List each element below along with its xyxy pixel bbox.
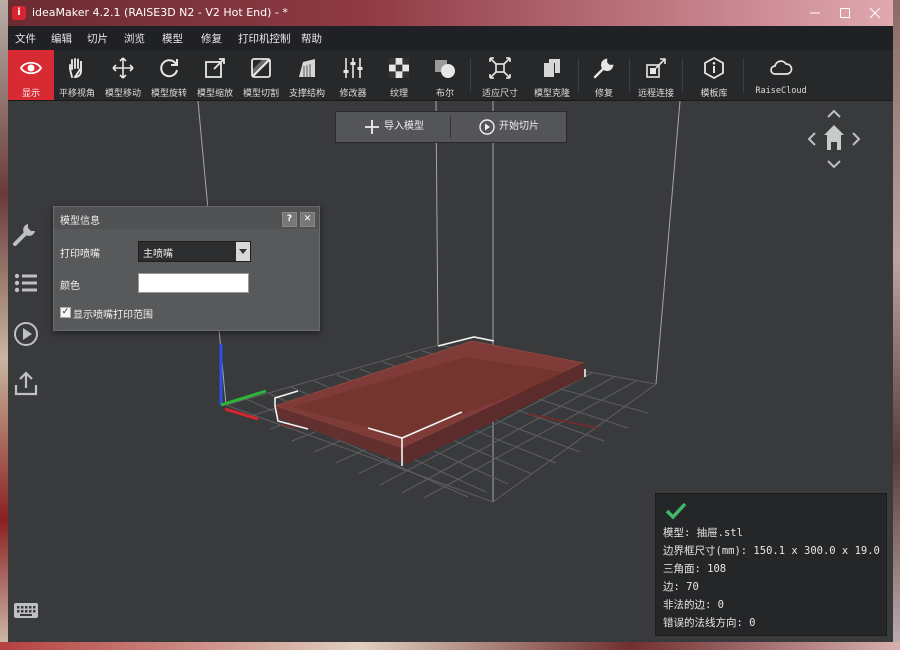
3d-viewport[interactable]: 导入模型 开始切片 模型信息 ? ✕ 打印喷嘴 主喷嘴 颜色 ✓ 显示喷嘴打印范… (8, 101, 893, 642)
nozzle-select[interactable]: 主喷嘴 (138, 241, 251, 262)
texture-icon (389, 58, 409, 78)
plus-icon (365, 120, 379, 134)
eye-icon (19, 61, 43, 75)
desktop-background-right (893, 0, 900, 650)
keyboard-icon (14, 603, 38, 618)
tool-remote-connect[interactable]: 远程连接 (633, 50, 679, 100)
cloud-icon (770, 60, 793, 75)
sidebar-list-button[interactable] (11, 268, 41, 298)
maximize-icon[interactable] (830, 2, 860, 24)
modifier-icon (343, 58, 363, 78)
home-icon[interactable] (824, 125, 844, 150)
panel-close-button[interactable]: ✕ (300, 212, 315, 227)
center-action-bar: 导入模型 开始切片 (335, 111, 567, 143)
menu-slice[interactable]: 切片 (87, 31, 108, 46)
boolean-icon (435, 60, 455, 78)
menu-bar: 文件 编辑 切片 浏览 模型 修复 打印机控制 帮助 (8, 26, 893, 50)
start-slice-button[interactable]: 开始切片 (451, 112, 566, 142)
minimize-icon[interactable] (800, 2, 830, 24)
chevron-down-icon[interactable] (236, 242, 250, 261)
window-title: ideaMaker 4.2.1 (RAISE3D N2 - V2 Hot End… (32, 6, 288, 19)
app-window: i ideaMaker 4.2.1 (RAISE3D N2 - V2 Hot E… (8, 0, 893, 642)
show-range-label: 显示喷嘴打印范围 (73, 310, 153, 321)
wrench-icon (13, 224, 35, 246)
tool-clone[interactable]: 模型克隆 (529, 50, 575, 100)
start-slice-label: 开始切片 (499, 121, 539, 132)
nav-left-icon[interactable] (807, 132, 816, 146)
stats-invalid-edges: 非法的边: 0 (663, 599, 724, 611)
menu-printer-control[interactable]: 打印机控制 (238, 31, 291, 46)
app-logo-icon: i (12, 6, 26, 20)
stats-triangles: 三角面: 108 (663, 563, 727, 575)
tool-fit-size[interactable]: 适应尺寸 (477, 50, 523, 100)
nav-up-icon[interactable] (827, 109, 841, 118)
tool-boolean[interactable]: 布尔 (422, 50, 468, 100)
title-bar: i ideaMaker 4.2.1 (RAISE3D N2 - V2 Hot E… (8, 0, 893, 26)
tool-template-library[interactable]: 模板库 (691, 50, 737, 100)
checkmark-icon (665, 502, 687, 520)
menu-edit[interactable]: 编辑 (51, 31, 72, 46)
nav-right-icon[interactable] (852, 132, 861, 146)
stats-model-name: 模型: 抽屉.stl (663, 527, 743, 539)
model-stats-box: 模型: 抽屉.stl 边界框尺寸(mm): 150.1 x 300.0 x 19… (655, 493, 887, 636)
close-icon[interactable] (860, 2, 890, 24)
menu-file[interactable]: 文件 (15, 31, 36, 46)
tool-label: 远程连接 (637, 89, 674, 99)
sidebar-keyboard-button[interactable] (11, 596, 41, 626)
fit-size-icon (489, 57, 511, 79)
sidebar-export-button[interactable] (11, 369, 41, 399)
import-model-button[interactable]: 导入模型 (336, 112, 450, 142)
support-icon (299, 59, 315, 77)
template-icon (704, 56, 724, 80)
menu-repair[interactable]: 修复 (201, 31, 222, 46)
sidebar-play-button[interactable] (11, 319, 41, 349)
move-icon (112, 57, 134, 79)
sidebar-wrench-button[interactable] (11, 218, 41, 248)
nozzle-label: 打印喷嘴 (60, 249, 100, 260)
repair-icon (593, 58, 614, 79)
import-model-label: 导入模型 (384, 121, 424, 132)
help-button[interactable]: ? (282, 212, 297, 227)
tool-label: RaiseCloud (755, 86, 807, 96)
clone-icon (544, 59, 560, 77)
rotate-icon (160, 59, 178, 78)
desktop-background-bottom (0, 642, 900, 650)
nav-down-icon[interactable] (827, 160, 841, 169)
show-range-checkbox[interactable]: ✓ (60, 307, 71, 318)
menu-view[interactable]: 浏览 (124, 31, 145, 46)
scale-icon (205, 58, 225, 78)
stats-bounding-box: 边界框尺寸(mm): 150.1 x 300.0 x 19.0 (663, 545, 880, 557)
play-circle-icon (479, 119, 495, 135)
color-label: 颜色 (60, 281, 80, 292)
stats-edges: 边: 70 (663, 581, 699, 593)
view-navigation (803, 107, 863, 171)
list-icon (14, 273, 37, 293)
tool-label: 布尔 (435, 89, 454, 99)
model-info-panel: 模型信息 ? ✕ 打印喷嘴 主喷嘴 颜色 ✓ 显示喷嘴打印范围 (53, 206, 320, 331)
axis-y (220, 389, 267, 407)
play-circle-icon (14, 322, 38, 346)
cut-icon (251, 58, 271, 78)
stats-wrong-normals: 错误的法线方向: 0 (663, 617, 756, 629)
tool-label: 模板库 (700, 89, 728, 99)
tool-raisecloud[interactable]: RaiseCloud (755, 50, 807, 100)
toolbar-separator (743, 58, 744, 92)
desktop-background-left (0, 0, 8, 650)
menu-model[interactable]: 模型 (162, 31, 183, 46)
menu-help[interactable]: 帮助 (301, 31, 322, 46)
remote-icon (646, 58, 666, 78)
upload-icon (14, 371, 38, 396)
color-picker[interactable] (138, 273, 249, 293)
panel-header: 模型信息 ? ✕ (54, 207, 319, 229)
main-toolbar: 显示 平移视角 模型移动 模型旋转 模型缩放 模型切割 支撑结构 修改器 纹理 … (8, 50, 893, 101)
nozzle-select-value: 主喷嘴 (143, 249, 173, 260)
panel-title: 模型信息 (60, 216, 100, 227)
hand-icon (69, 58, 82, 78)
tool-repair[interactable]: 修复 (581, 50, 627, 100)
